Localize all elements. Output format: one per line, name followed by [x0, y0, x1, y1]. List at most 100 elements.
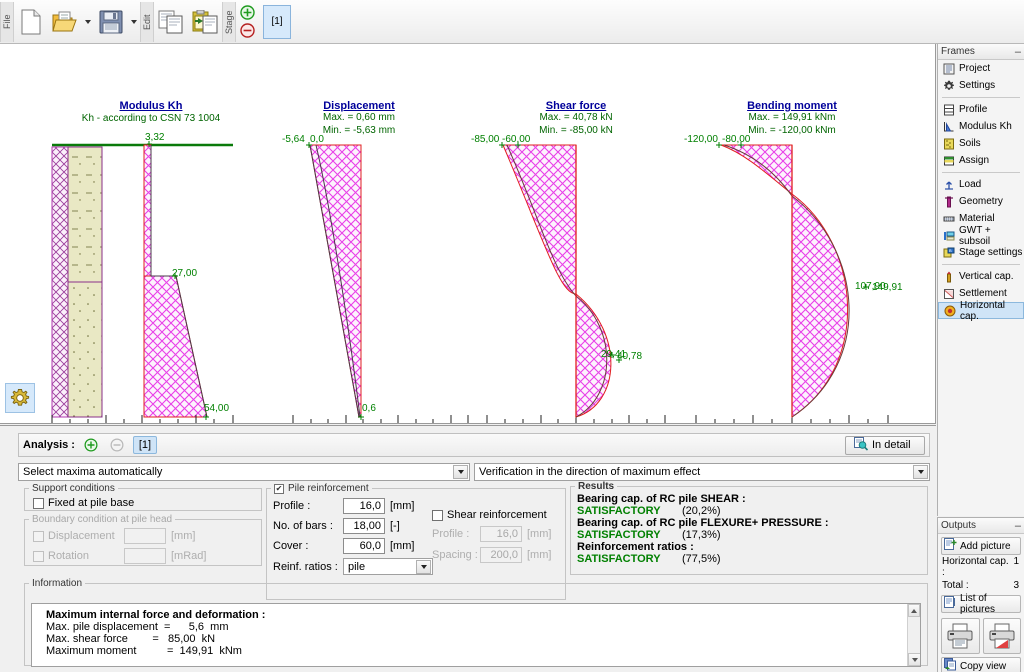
vertical-cap-icon [942, 270, 955, 283]
sidebar-item-load[interactable]: Load [938, 176, 1024, 193]
sidebar-item-label: Settings [959, 80, 996, 91]
list-of-pictures-button[interactable]: List of pictures [941, 593, 1021, 615]
shear-profile-unit: [mm] [527, 528, 552, 540]
sidebar-item-soils[interactable]: Soils [938, 135, 1024, 152]
analysis-add-button[interactable] [81, 436, 101, 454]
sidebar-item-assign[interactable]: Assign [938, 152, 1024, 169]
fixed-at-pile-base-checkbox[interactable] [33, 497, 44, 509]
chart-title-bending-moment: Bending moment [747, 100, 837, 112]
information-scrollbar[interactable] [907, 604, 920, 666]
results-status-row: SATISFACTORY (20,2%) [577, 505, 927, 517]
new-document-button[interactable] [14, 3, 48, 41]
outputs-row-label: Horizontal cap. : [942, 556, 1009, 578]
remove-stage-button[interactable] [239, 22, 256, 39]
stage-settings-icon: B [942, 246, 955, 259]
print-button[interactable] [941, 618, 980, 654]
value-label-disp-min: -5,64 [282, 134, 305, 145]
shear-profile-label: Profile : [432, 528, 470, 540]
sidebar-item-label: Project [959, 63, 991, 74]
outputs-panel: Outputs – Add picture Horizontal cap. : … [937, 517, 1024, 672]
save-button[interactable] [94, 3, 128, 41]
frames-minimize-button[interactable]: – [1015, 46, 1021, 57]
add-picture-icon [944, 538, 957, 554]
plus-circle-icon [84, 438, 98, 452]
outputs-minimize-button[interactable]: – [1015, 520, 1021, 531]
information-textbox[interactable]: Maximum internal force and deformation :… [31, 603, 921, 667]
sidebar-item-project[interactable]: Project [938, 60, 1024, 77]
pile-reinforcement-legend-row[interactable]: ✔ Pile reinforcement [271, 483, 372, 494]
shear-profile-input[interactable]: 16,0 [480, 526, 522, 542]
maxima-select[interactable]: Select maxima automatically [18, 463, 470, 481]
reinf-ratios-select[interactable]: pile [343, 558, 433, 575]
chevron-down-icon[interactable] [913, 465, 928, 479]
verification-select[interactable]: Verification in the direction of maximum… [474, 463, 930, 481]
pile-reinforcement-checkbox[interactable]: ✔ [274, 483, 284, 494]
status-badge: SATISFACTORY [577, 529, 661, 541]
in-detail-button[interactable]: In detail [845, 435, 925, 455]
sidebar-item-horizontal-cap[interactable]: Horizontal cap. [938, 300, 1024, 322]
scroll-down-button[interactable] [908, 653, 920, 666]
add-stage-button[interactable] [239, 4, 256, 21]
toolbar-group-file-label: File [0, 1, 14, 42]
cover-input[interactable]: 60,0 [343, 538, 385, 554]
sidebar-item-profile[interactable]: Profile [938, 101, 1024, 118]
information-line: Maximum moment = 149,91 kNm [46, 645, 242, 657]
paste-button[interactable] [188, 3, 222, 41]
value-label-kh-bottom: 54,00 [204, 403, 230, 414]
open-file-dropdown-arrow[interactable] [82, 3, 94, 41]
drawing-canvas[interactable]: Modulus Kh Kh - according to CSN 73 1004 [0, 44, 936, 424]
printer-icon [947, 623, 973, 649]
open-folder-icon [52, 11, 77, 31]
add-picture-button[interactable]: Add picture [941, 537, 1021, 555]
main-toolbar: File Edit Stage [1] [0, 0, 1024, 44]
displacement-checkbox[interactable] [33, 530, 44, 542]
support-conditions-group: Support conditions Fixed at pile base [24, 483, 262, 511]
rotation-input[interactable] [124, 548, 166, 564]
shear-reinforcement-checkbox[interactable] [432, 509, 443, 521]
print-preview-button[interactable] [982, 618, 1021, 654]
sidebar-item-settings[interactable]: Settings [938, 77, 1024, 94]
save-dropdown-arrow[interactable] [128, 3, 140, 41]
results-title: Reinforcement ratios : [577, 541, 694, 553]
profile-icon [942, 103, 955, 116]
frames-panel: Frames – Project Settings Profile Modulu… [937, 44, 1024, 516]
rotation-unit: [mRad] [171, 550, 207, 562]
displacement-unit: [mm] [171, 530, 196, 542]
stage-tab-1[interactable]: [1] [263, 4, 291, 39]
analysis-remove-button[interactable] [107, 436, 127, 454]
profile-input[interactable]: 16,0 [343, 498, 385, 514]
shear-spacing-input[interactable]: 200,0 [480, 547, 522, 563]
displacement-input[interactable] [124, 528, 166, 544]
chevron-down-icon[interactable] [453, 465, 468, 479]
copy-view-button[interactable]: Copy view [941, 657, 1021, 672]
no-of-bars-input[interactable]: 18,00 [343, 518, 385, 534]
minus-circle-icon [240, 23, 255, 38]
outputs-row-value: 1 [1013, 556, 1019, 567]
sidebar-item-geometry[interactable]: Geometry [938, 193, 1024, 210]
shear-profile-row: Profile : 16,0 [mm] [432, 526, 562, 542]
sidebar-item-vertical-cap[interactable]: Vertical cap. [938, 268, 1024, 285]
analysis-label: Analysis : [23, 439, 75, 451]
shear-reinforcement-label: Shear reinforcement [447, 509, 547, 521]
paste-icon [192, 9, 218, 33]
analysis-tab-1[interactable]: [1] [132, 436, 157, 454]
fixed-at-pile-base-row[interactable]: Fixed at pile base [33, 497, 261, 509]
shear-reinforcement-row[interactable]: Shear reinforcement [432, 509, 562, 521]
analysis-toolbar: Analysis : [1] In detail [18, 433, 930, 457]
sidebar-item-stage-settings[interactable]: B Stage settings [938, 244, 1024, 261]
rotation-checkbox[interactable] [33, 550, 44, 562]
sidebar-item-modulus-kh[interactable]: Modulus Kh [938, 118, 1024, 135]
view-settings-button[interactable] [5, 383, 35, 413]
frames-panel-title: Frames [941, 46, 975, 57]
value-label-moment-min: -120,00 [684, 134, 718, 145]
list-of-pictures-icon [944, 596, 957, 612]
results-status-row: SATISFACTORY (17,3%) [577, 529, 927, 541]
copy-button[interactable] [154, 3, 188, 41]
sidebar-item-gwt-subsoil[interactable]: GWT + subsoil [938, 225, 1024, 247]
shear-spacing-row: Spacing : 200,0 [mm] [432, 547, 562, 563]
settlement-icon [942, 287, 955, 300]
open-file-button[interactable] [48, 3, 82, 41]
chevron-down-icon[interactable] [416, 560, 431, 574]
scroll-up-button[interactable] [908, 604, 920, 617]
magnifier-icon [854, 436, 869, 454]
